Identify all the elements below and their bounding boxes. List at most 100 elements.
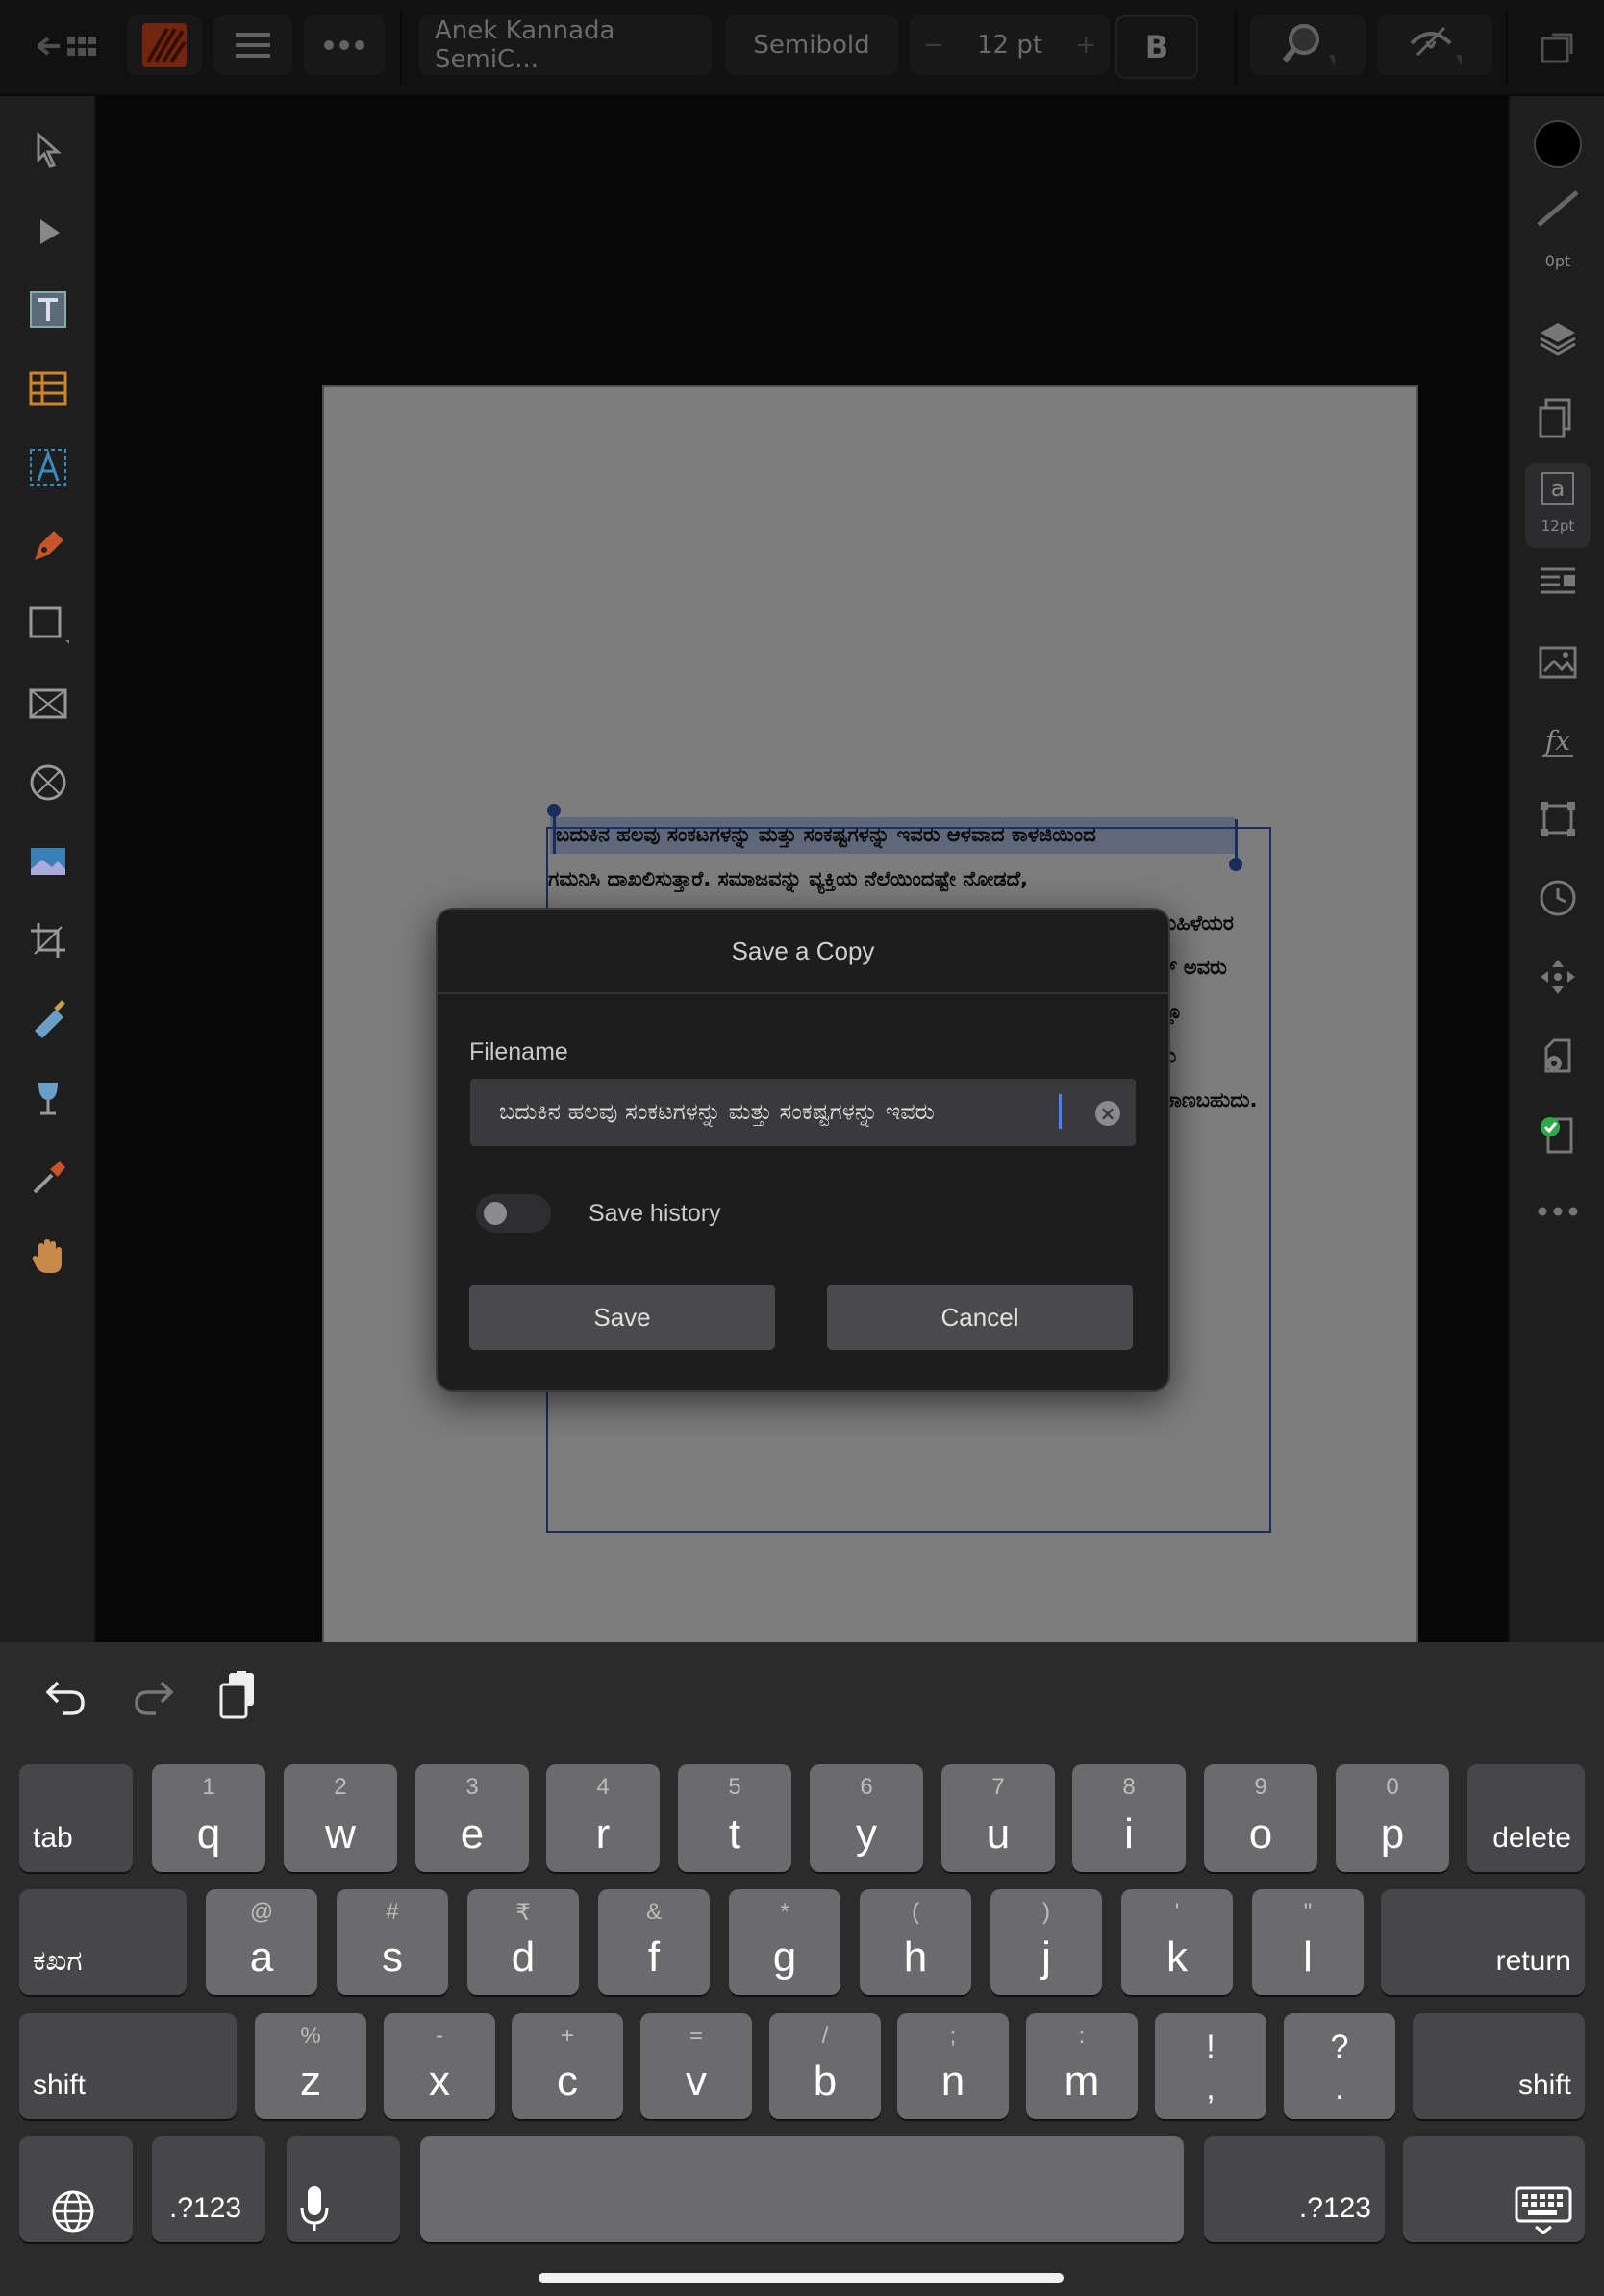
key-d[interactable]: ₹ d <box>467 1889 579 1995</box>
node-tool[interactable] <box>23 206 73 256</box>
key-u[interactable]: 7u <box>941 1764 1055 1872</box>
crop-tool[interactable] <box>23 915 73 965</box>
numbers-key-right[interactable]: .?123 <box>1204 2136 1385 2242</box>
key-k[interactable]: ' k <box>1121 1889 1233 1995</box>
preflight-button[interactable] <box>1533 1110 1583 1160</box>
filename-input[interactable]: ಬದುಕಿನ ಹಲವು ಸಂಕಟಗಳನ್ನು ಮತ್ತು ಸಂಕಷ್ಟಗಳನ್ನ… <box>470 1079 1136 1146</box>
filename-label: Filename <box>469 1038 568 1065</box>
assets-settings-button[interactable] <box>1533 1031 1583 1081</box>
transform-button[interactable] <box>1533 794 1583 844</box>
key-t[interactable]: 5t <box>678 1764 791 1872</box>
key-comma[interactable]: !, <box>1155 2013 1266 2119</box>
key-z[interactable]: % z <box>255 2013 366 2119</box>
picture-frame-tool[interactable] <box>23 679 73 729</box>
key-q[interactable]: 1q <box>152 1764 265 1872</box>
clipboard-icon <box>219 1671 254 1719</box>
key-sub: - <box>436 2023 443 2049</box>
key-s[interactable]: # s <box>337 1889 448 1995</box>
numbers-key-left[interactable]: .?123 <box>152 2136 265 2242</box>
resource-manager-button[interactable] <box>1533 636 1583 686</box>
artistic-text-icon <box>30 449 66 486</box>
key-r[interactable]: 4r <box>546 1764 660 1872</box>
key-j[interactable]: ) j <box>990 1889 1102 1995</box>
rectangle-tool[interactable] <box>23 600 73 650</box>
delete-key[interactable]: delete <box>1467 1764 1585 1872</box>
globe-key[interactable] <box>19 2136 133 2242</box>
key-v[interactable]: = v <box>640 2013 752 2119</box>
history-button[interactable] <box>1533 873 1583 923</box>
key-l[interactable]: " l <box>1252 1889 1364 1995</box>
key-a[interactable]: @ a <box>206 1889 317 1995</box>
artistic-text-tool[interactable] <box>23 442 73 492</box>
hand-tool[interactable] <box>23 1231 73 1281</box>
clear-icon: × <box>1099 1102 1116 1125</box>
key-main: i <box>1124 1810 1134 1858</box>
key-h[interactable]: (h <box>860 1889 971 1995</box>
key-main: a <box>249 1934 274 1981</box>
key-b[interactable]: / b <box>769 2013 881 2119</box>
paragraph-button[interactable] <box>1533 558 1583 608</box>
key-x[interactable]: -x <box>384 2013 495 2119</box>
key-n[interactable]: ; n <box>897 2013 1009 2119</box>
tab-key[interactable]: tab <box>19 1764 133 1872</box>
dictation-key[interactable] <box>287 2136 400 2242</box>
key-g[interactable]: * g <box>729 1889 840 1995</box>
key-o[interactable]: 9o <box>1204 1764 1317 1872</box>
ellipse-frame-tool[interactable] <box>23 758 73 808</box>
key-sub: 2 <box>334 1774 347 1800</box>
transparency-tool[interactable] <box>23 1073 73 1123</box>
key-i[interactable]: 8i <box>1072 1764 1186 1872</box>
pages-button[interactable] <box>1533 392 1583 442</box>
stroke-width-control[interactable] <box>1533 185 1583 235</box>
character-panel-button[interactable]: a 12pt <box>1525 463 1591 548</box>
fill-tool[interactable] <box>23 994 73 1044</box>
gradient-fill-icon <box>35 1000 65 1038</box>
key-period[interactable]: ?. <box>1284 2013 1395 2119</box>
text-frame-tool[interactable] <box>23 285 73 335</box>
navigator-button[interactable] <box>1533 952 1583 1002</box>
rectangle-icon <box>29 606 69 644</box>
move-tool[interactable] <box>23 125 73 175</box>
key-main: o <box>1248 1810 1273 1858</box>
key-y[interactable]: 6y <box>810 1764 923 1872</box>
color-picker-tool[interactable] <box>23 1152 73 1202</box>
return-key[interactable]: return <box>1381 1889 1585 1995</box>
text-frame-icon <box>30 291 66 328</box>
image-resource-icon <box>1539 646 1577 679</box>
key-sub: * <box>780 1899 789 1925</box>
solid-arrow-icon <box>40 219 60 244</box>
key-main: s <box>382 1934 403 1981</box>
more-panels-button[interactable] <box>1533 1186 1583 1236</box>
layers-button[interactable] <box>1533 313 1583 363</box>
space-key[interactable] <box>420 2136 1184 2242</box>
table-icon <box>29 371 67 406</box>
key-f[interactable]: & f <box>598 1889 710 1995</box>
effects-button[interactable]: fx <box>1533 715 1583 765</box>
hide-keyboard-key[interactable] <box>1403 2136 1585 2242</box>
save-button[interactable]: Save <box>469 1285 775 1350</box>
shift-key-right[interactable]: shift <box>1413 2013 1585 2119</box>
table-tool[interactable] <box>23 363 73 413</box>
place-image-tool[interactable] <box>23 836 73 886</box>
key-sub: 9 <box>1254 1774 1267 1800</box>
paste-button[interactable] <box>215 1669 263 1723</box>
clear-text-button[interactable]: × <box>1095 1101 1120 1126</box>
key-sub: & <box>645 1899 662 1925</box>
pen-tool[interactable] <box>23 521 73 571</box>
key-e[interactable]: 3e <box>415 1764 529 1872</box>
language-key[interactable]: ಕಖಗ <box>19 1889 187 1995</box>
shift-key-left[interactable]: shift <box>19 2013 237 2119</box>
key-c[interactable]: + c <box>512 2013 623 2119</box>
shift-key-label: shift <box>1517 2069 1571 2101</box>
key-sub: " <box>1303 1899 1313 1925</box>
home-indicator[interactable] <box>539 2273 1064 2283</box>
redo-button[interactable] <box>129 1673 177 1721</box>
cancel-button[interactable]: Cancel <box>827 1285 1133 1350</box>
key-m[interactable]: :m <box>1026 2013 1138 2119</box>
undo-button[interactable] <box>42 1673 90 1721</box>
image-icon <box>31 848 65 875</box>
key-p[interactable]: 0p <box>1336 1764 1449 1872</box>
save-history-toggle[interactable] <box>476 1194 551 1233</box>
key-w[interactable]: 2w <box>284 1764 397 1872</box>
fill-color-swatch[interactable] <box>1533 119 1583 169</box>
